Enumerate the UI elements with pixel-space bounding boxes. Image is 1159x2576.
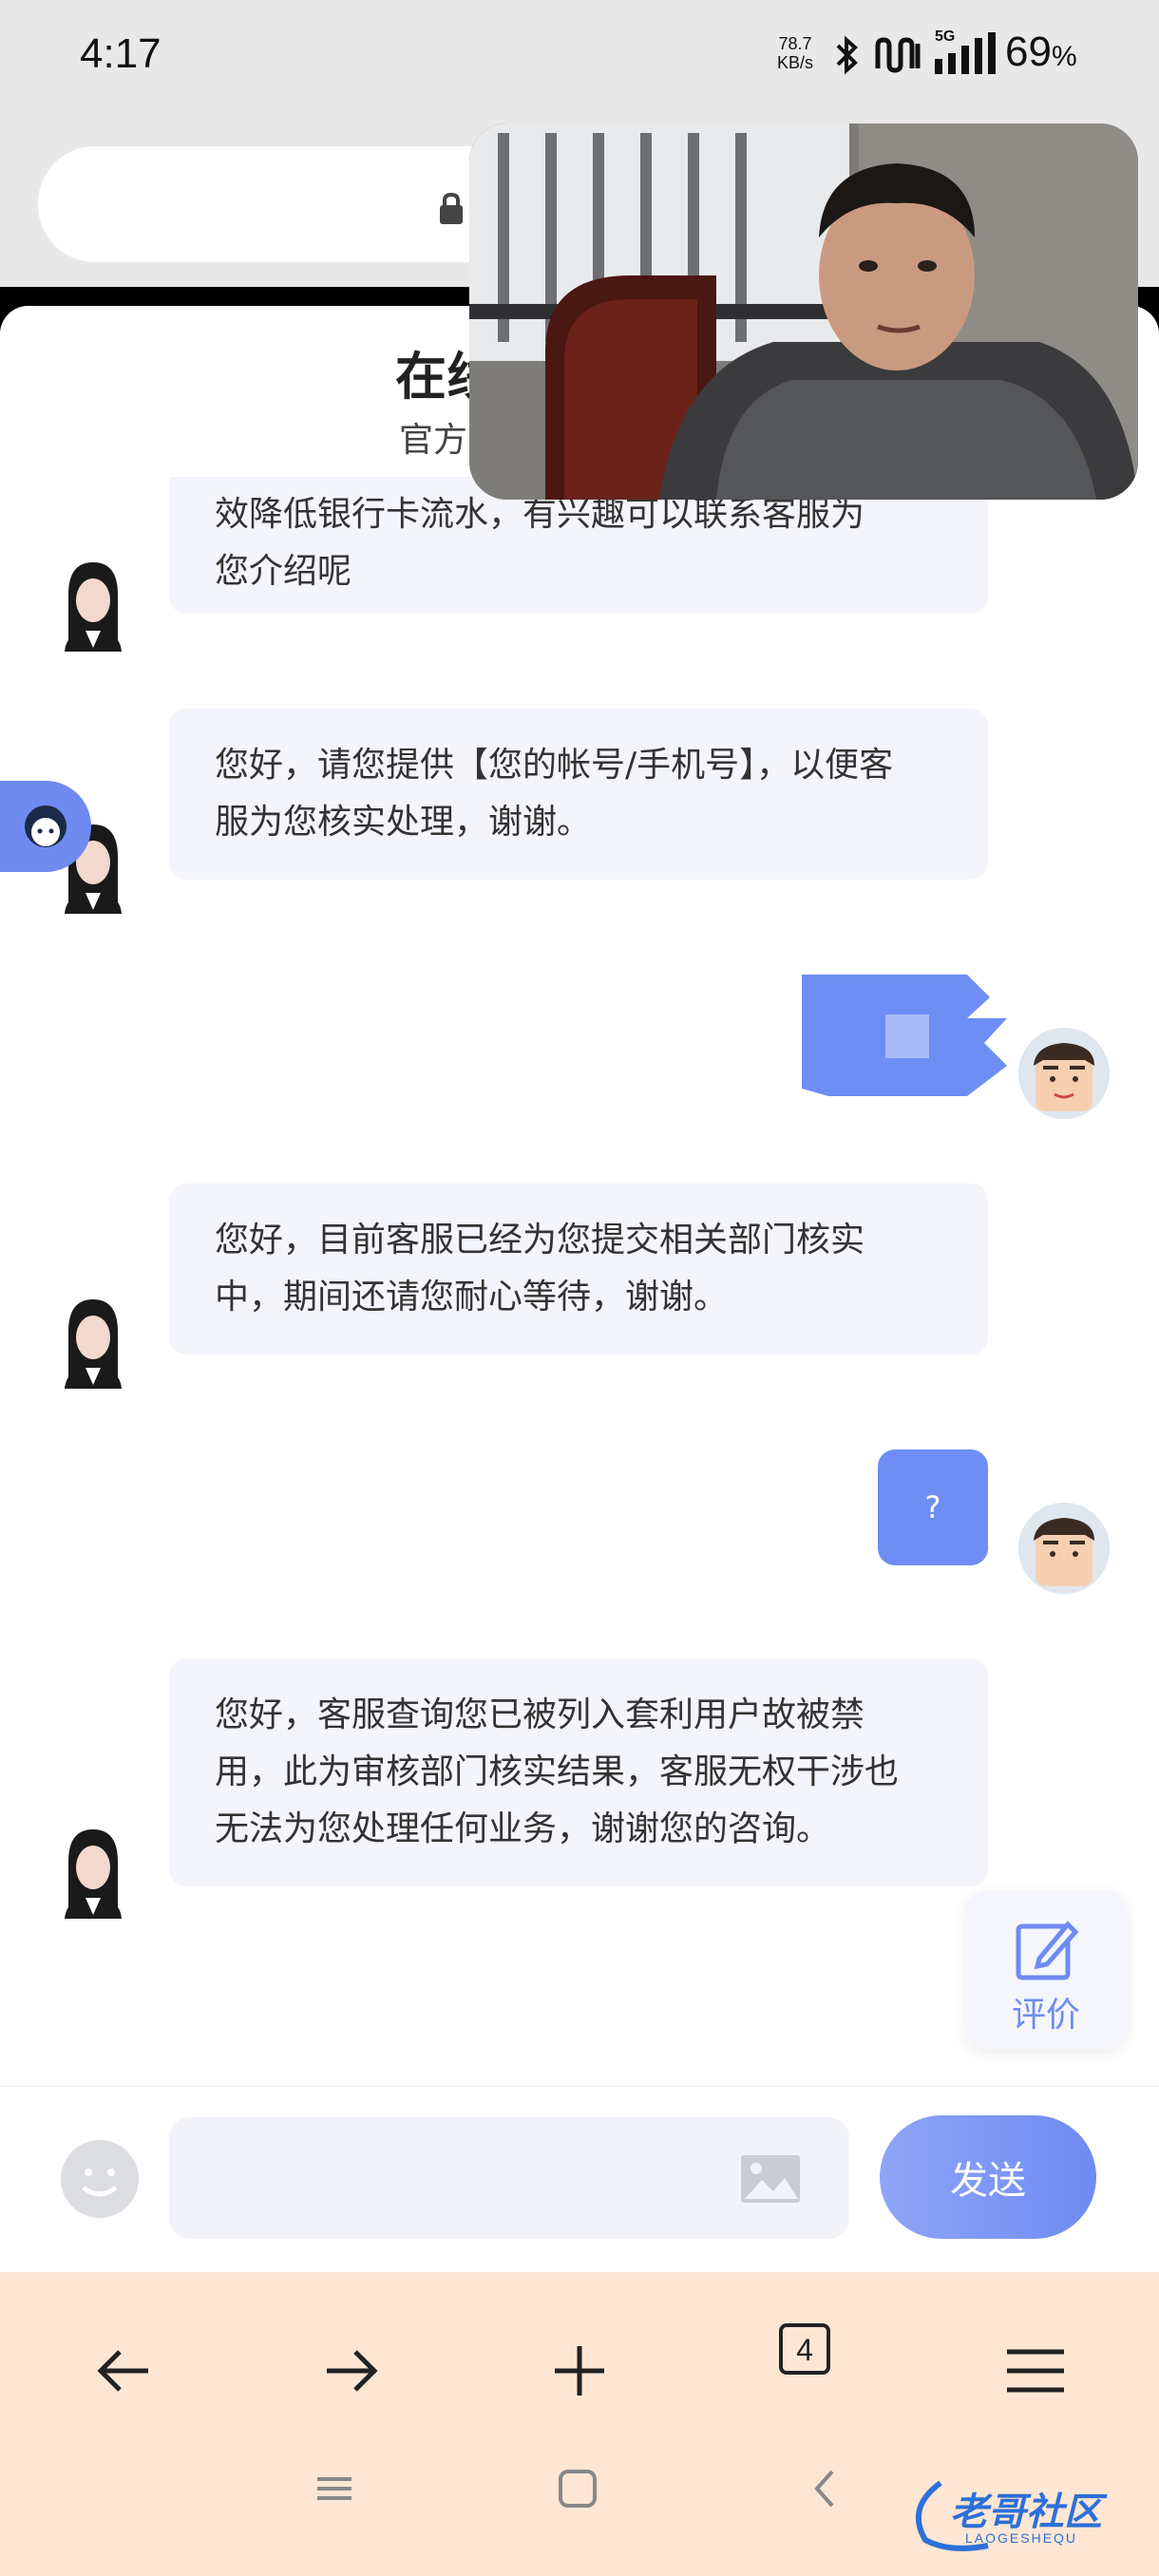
nfc-icon <box>875 37 921 73</box>
home-icon[interactable] <box>557 2468 598 2510</box>
battery-level: 69% <box>1005 28 1077 75</box>
user-avatar <box>1018 1028 1110 1119</box>
agent-message: 您好，目前客服已经为您提交相关部门核实 中，期间还请您耐心等待，谢谢。 <box>169 1184 988 1354</box>
lock-icon <box>440 192 463 224</box>
page-subtitle: 官方 <box>399 421 468 460</box>
bluetooth-icon <box>836 35 858 75</box>
rate-button[interactable]: 评价 <box>965 1890 1127 2050</box>
agent-avatar <box>65 1829 122 1919</box>
user-message: ? <box>878 1449 988 1565</box>
back-arrow-icon[interactable] <box>76 2323 171 2418</box>
user-avatar <box>1018 1503 1110 1594</box>
status-time: 4:17 <box>80 30 162 77</box>
agent-avatar <box>65 562 122 652</box>
agent-avatar <box>65 1299 122 1389</box>
forward-arrow-icon[interactable] <box>304 2323 399 2418</box>
pip-video-window[interactable] <box>469 123 1138 500</box>
watermark-subtext: LAOGESHEQU <box>965 2530 1078 2546</box>
watermark-text: 老哥社区 <box>950 2491 1102 2534</box>
emoji-button[interactable] <box>61 2140 139 2218</box>
status-bar: 4:17 78.7 KB/s 5G 69% <box>0 0 1159 133</box>
agent-message: 您好，客服查询您已被列入套利用户故被禁 用，此为审核部门核实结果，客服无权干涉也… <box>169 1658 988 1886</box>
recents-icon[interactable] <box>314 2468 355 2510</box>
agent-face-icon <box>25 805 66 847</box>
menu-icon[interactable] <box>988 2323 1083 2418</box>
net-speed: 78.7 KB/s <box>777 34 814 72</box>
image-upload-icon[interactable] <box>739 2153 802 2205</box>
tab-switcher-button[interactable]: 4 <box>779 2323 830 2375</box>
signal-icon <box>935 32 996 74</box>
agent-side-tab[interactable] <box>0 781 91 872</box>
system-back-icon[interactable] <box>804 2468 846 2510</box>
image-placeholder-icon <box>802 975 1007 1096</box>
chat-input-bar: 发送 <box>0 2086 1159 2273</box>
video-frame <box>469 123 1138 500</box>
send-button[interactable]: 发送 <box>880 2115 1096 2239</box>
rate-label: 评价 <box>1011 1996 1080 2035</box>
new-tab-plus-icon[interactable] <box>532 2323 627 2418</box>
agent-message: 您好，请您提供【您的帐号/手机号】，以便客 服为您核实处理，谢谢。 <box>169 709 988 880</box>
smiley-icon <box>82 2169 118 2197</box>
user-image-message[interactable] <box>800 971 1009 1098</box>
edit-icon <box>1016 1921 1079 1980</box>
